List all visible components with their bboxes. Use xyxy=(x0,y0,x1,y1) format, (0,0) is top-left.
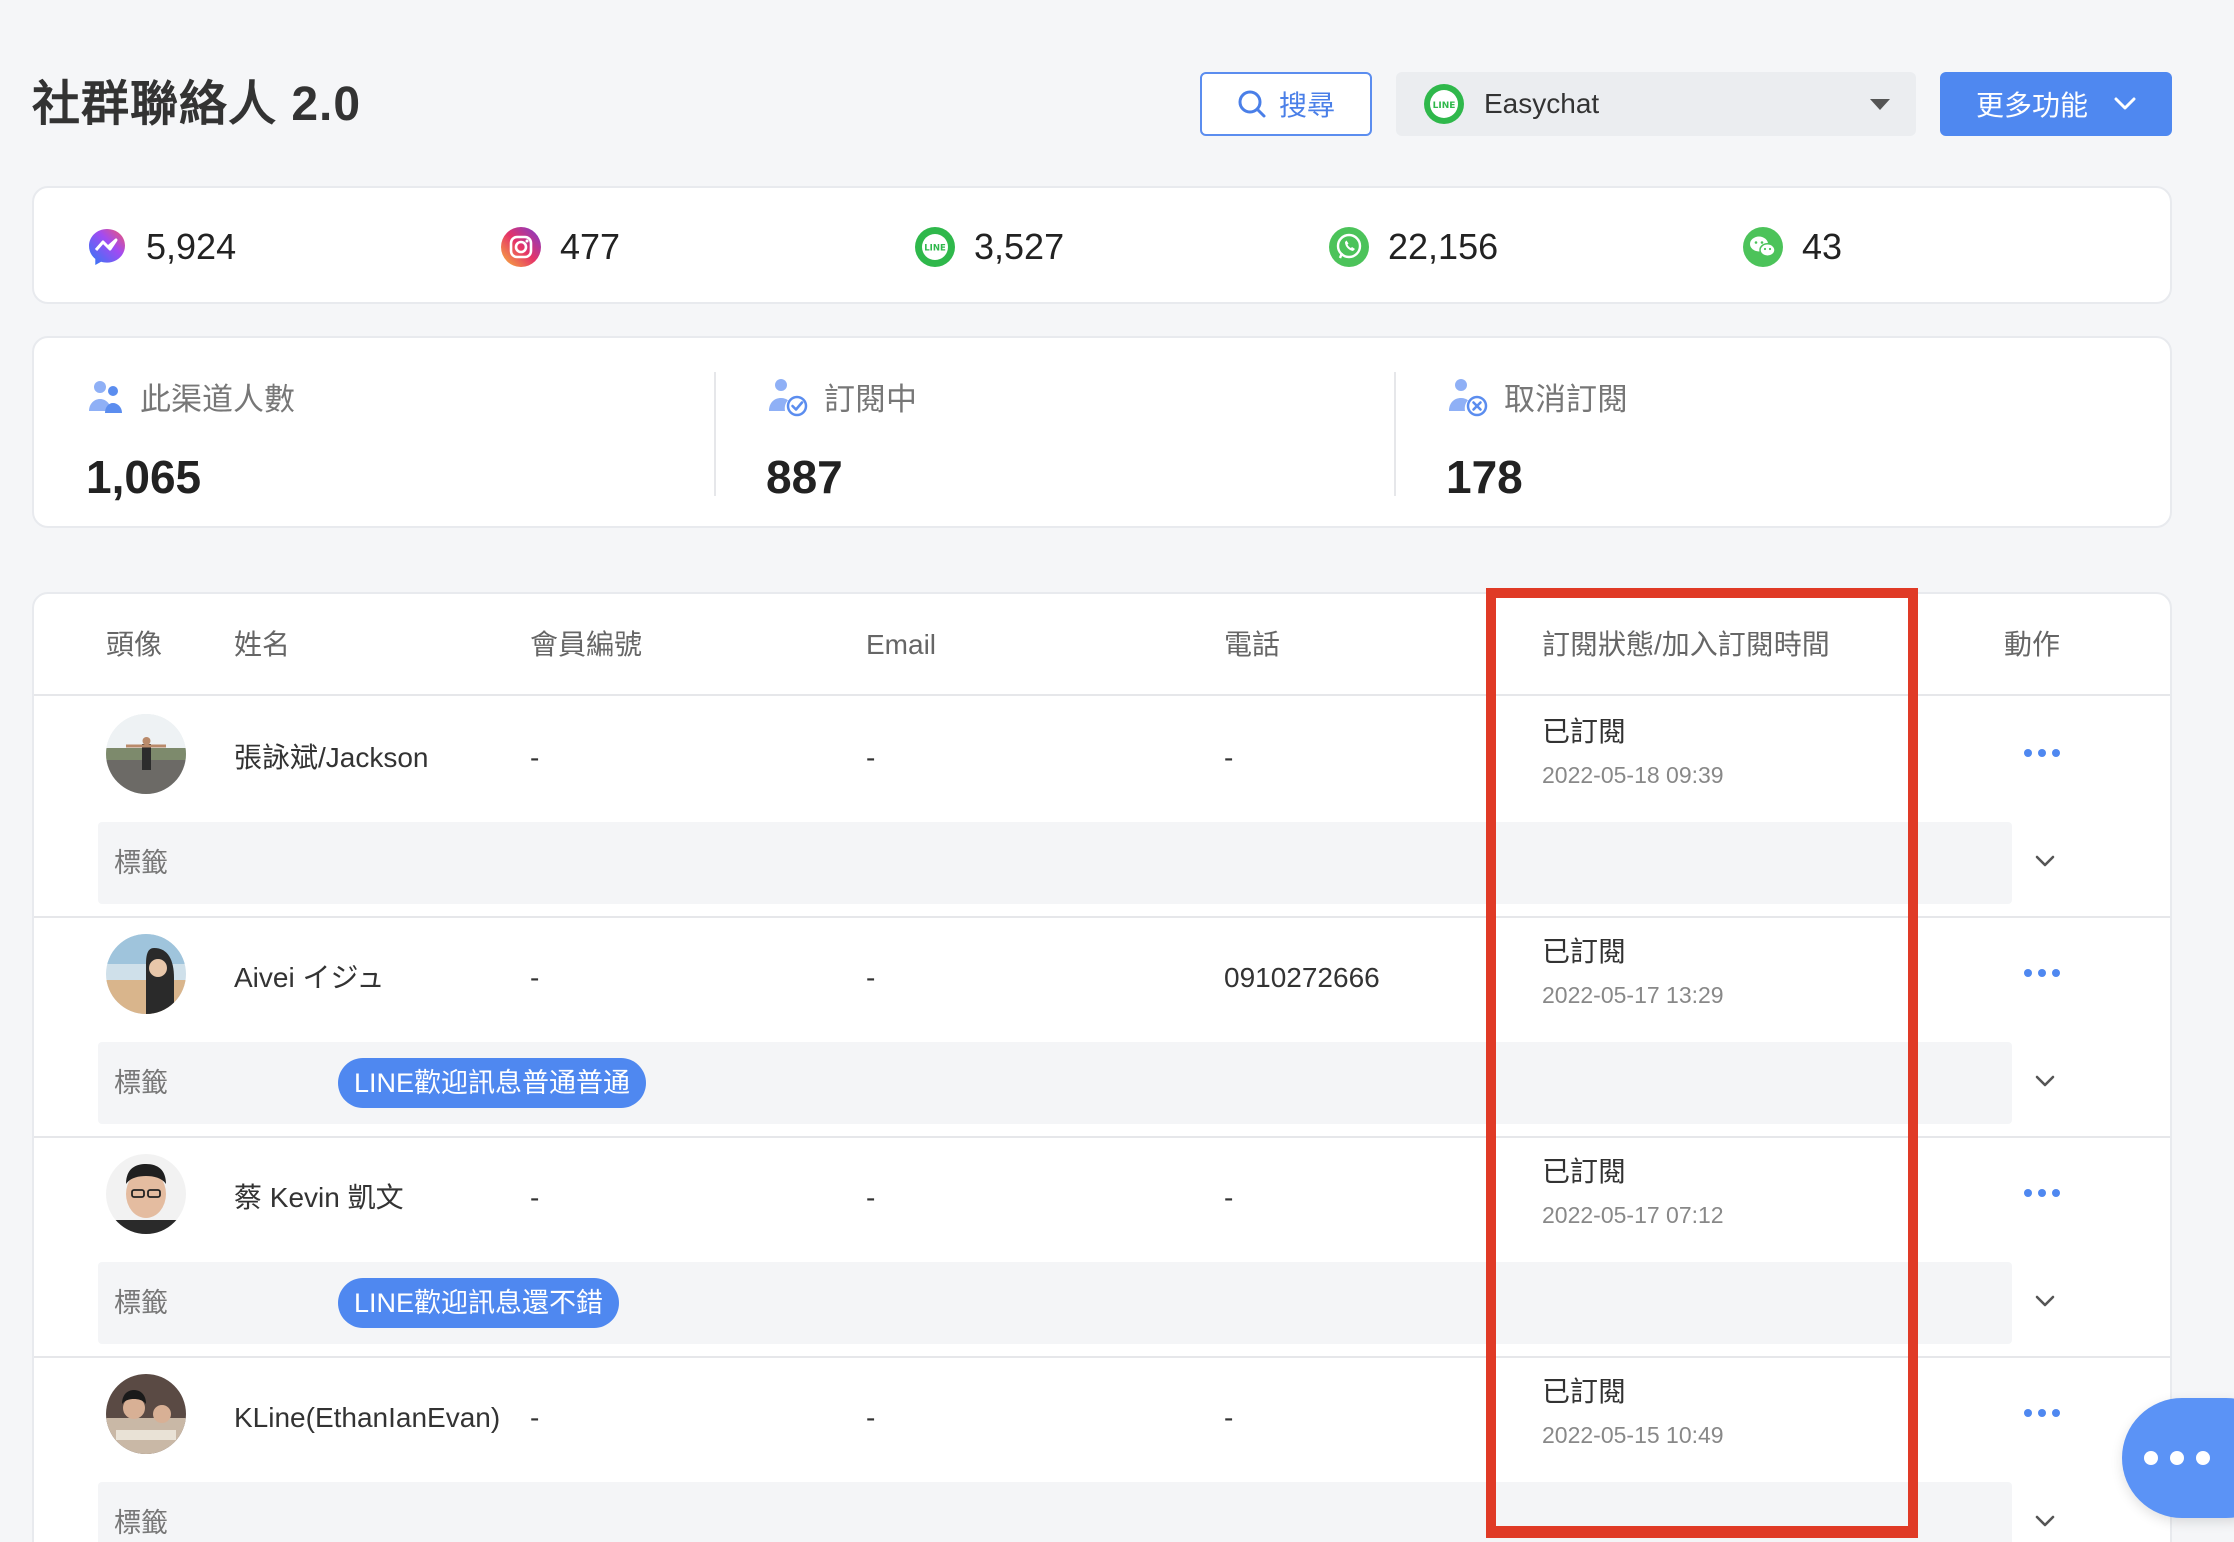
tag-label: 標籤 xyxy=(114,1508,168,1538)
highlight-box xyxy=(1486,588,1918,1538)
phone: - xyxy=(1224,1402,1234,1433)
caret-down-icon xyxy=(1870,99,1890,110)
phone: 0910272666 xyxy=(1224,962,1380,993)
stat-count: 43 xyxy=(1802,226,1843,267)
avatar xyxy=(106,1374,186,1454)
channel-select-value: Easychat xyxy=(1484,88,1600,119)
line-icon: LINE xyxy=(1424,84,1464,124)
instagram-icon xyxy=(501,227,541,267)
stat-messenger[interactable]: 5,924 xyxy=(86,188,236,306)
chevron-down-icon xyxy=(2114,97,2136,110)
member-id: - xyxy=(530,1182,540,1213)
email: - xyxy=(866,1402,876,1433)
line-icon: LINE xyxy=(915,227,955,267)
stat-count: 3,527 xyxy=(974,226,1065,267)
metric-label-row: 此渠道人數 xyxy=(86,374,295,419)
more-actions-icon[interactable] xyxy=(2018,1398,2066,1428)
metric-label: 訂閱中 xyxy=(824,382,917,417)
messenger-icon xyxy=(89,229,125,265)
expand-chevron-icon[interactable] xyxy=(2034,1290,2056,1312)
fab-dot xyxy=(2144,1451,2158,1465)
svg-text:LINE: LINE xyxy=(924,244,946,254)
users-icon xyxy=(89,380,122,413)
stat-whatsapp[interactable]: 22,156 xyxy=(1328,188,1498,306)
member-id: - xyxy=(530,1402,540,1433)
column-header-phone: 電話 xyxy=(1224,629,1281,660)
avatar xyxy=(106,1154,186,1234)
avatar xyxy=(106,714,186,794)
phone: - xyxy=(1224,742,1234,773)
metric-label: 取消訂閱 xyxy=(1504,382,1628,417)
email: - xyxy=(866,962,876,993)
more-actions-icon[interactable] xyxy=(2018,738,2066,768)
contact-name[interactable]: 張詠斌/Jackson xyxy=(234,698,429,818)
metric-subscribed: 訂閱中 887 xyxy=(714,338,1394,528)
member-id: - xyxy=(530,742,540,773)
page-header: 社群聯絡人 2.0 搜尋 LINE Easychat 更多功能 xyxy=(32,72,2172,138)
expand-chevron-icon[interactable] xyxy=(2034,850,2056,872)
stat-count: 5,924 xyxy=(146,226,237,267)
column-header-action: 動作 xyxy=(2004,629,2061,660)
user-remove-icon xyxy=(1449,378,1488,416)
tag-label: 標籤 xyxy=(114,1288,168,1318)
stat-line[interactable]: LINE 3,527 xyxy=(914,188,1064,306)
more-actions-icon[interactable] xyxy=(2018,1178,2066,1208)
search-label: 搜尋 xyxy=(1278,90,1335,121)
member-id: - xyxy=(530,962,540,993)
column-header-member-id: 會員編號 xyxy=(530,629,643,660)
tag-label: 標籤 xyxy=(114,848,168,878)
channel-stats-card: 5,924 477 LINE 3,527 22,156 43 xyxy=(32,186,2172,304)
page-title: 社群聯絡人 2.0 xyxy=(32,78,362,131)
fab-dot xyxy=(2170,1451,2184,1465)
search-icon xyxy=(1238,90,1266,118)
fab-dot xyxy=(2196,1451,2210,1465)
metric-channel-users: 此渠道人數 1,065 xyxy=(34,338,714,528)
metric-label-row: 訂閱中 xyxy=(766,374,917,419)
metric-value: 1,065 xyxy=(86,451,202,503)
more-features-label: 更多功能 xyxy=(1975,90,2088,121)
stat-count: 22,156 xyxy=(1388,226,1499,267)
metric-value: 178 xyxy=(1446,451,1523,503)
expand-chevron-icon[interactable] xyxy=(2034,1070,2056,1092)
search-button[interactable]: 搜尋 xyxy=(1200,72,1372,136)
stat-count: 477 xyxy=(560,226,621,267)
user-check-icon xyxy=(769,378,808,416)
more-actions-icon[interactable] xyxy=(2018,958,2066,988)
column-header-email: Email xyxy=(866,629,937,660)
metric-label-row: 取消訂閱 xyxy=(1446,374,1628,419)
phone: - xyxy=(1224,1182,1234,1213)
avatar xyxy=(106,934,186,1014)
channel-select[interactable]: LINE Easychat xyxy=(1396,72,1916,136)
column-header-name: 姓名 xyxy=(234,629,291,660)
contact-name[interactable]: KLine(EthanIanEvan) xyxy=(234,1358,500,1478)
contact-name[interactable]: 蔡 Kevin 凱文 xyxy=(234,1138,404,1258)
svg-text:LINE: LINE xyxy=(1433,101,1456,111)
email: - xyxy=(866,1182,876,1213)
tag-label: 標籤 xyxy=(114,1068,168,1098)
column-header-avatar: 頭像 xyxy=(106,629,163,660)
tag-pill[interactable]: LINE歡迎訊息還不錯 xyxy=(338,1278,620,1328)
more-features-button[interactable]: 更多功能 xyxy=(1940,72,2172,136)
subscription-metrics-card: 此渠道人數 1,065 訂閱中 887 取消訂閱 178 xyxy=(32,336,2172,528)
wechat-icon xyxy=(1743,227,1783,267)
contact-name[interactable]: Aivei イジュ xyxy=(234,918,385,1038)
stat-instagram[interactable]: 477 xyxy=(500,188,620,306)
whatsapp-icon xyxy=(1329,227,1369,267)
expand-chevron-icon[interactable] xyxy=(2034,1510,2056,1532)
stat-wechat[interactable]: 43 xyxy=(1742,188,1842,306)
metric-label: 此渠道人數 xyxy=(140,382,295,417)
tag-pill[interactable]: LINE歡迎訊息普通普通 xyxy=(338,1058,647,1108)
metric-value: 887 xyxy=(766,451,843,503)
metric-unsubscribed: 取消訂閱 178 xyxy=(1394,338,2074,528)
chat-fab-button[interactable] xyxy=(2122,1398,2234,1518)
email: - xyxy=(866,742,876,773)
